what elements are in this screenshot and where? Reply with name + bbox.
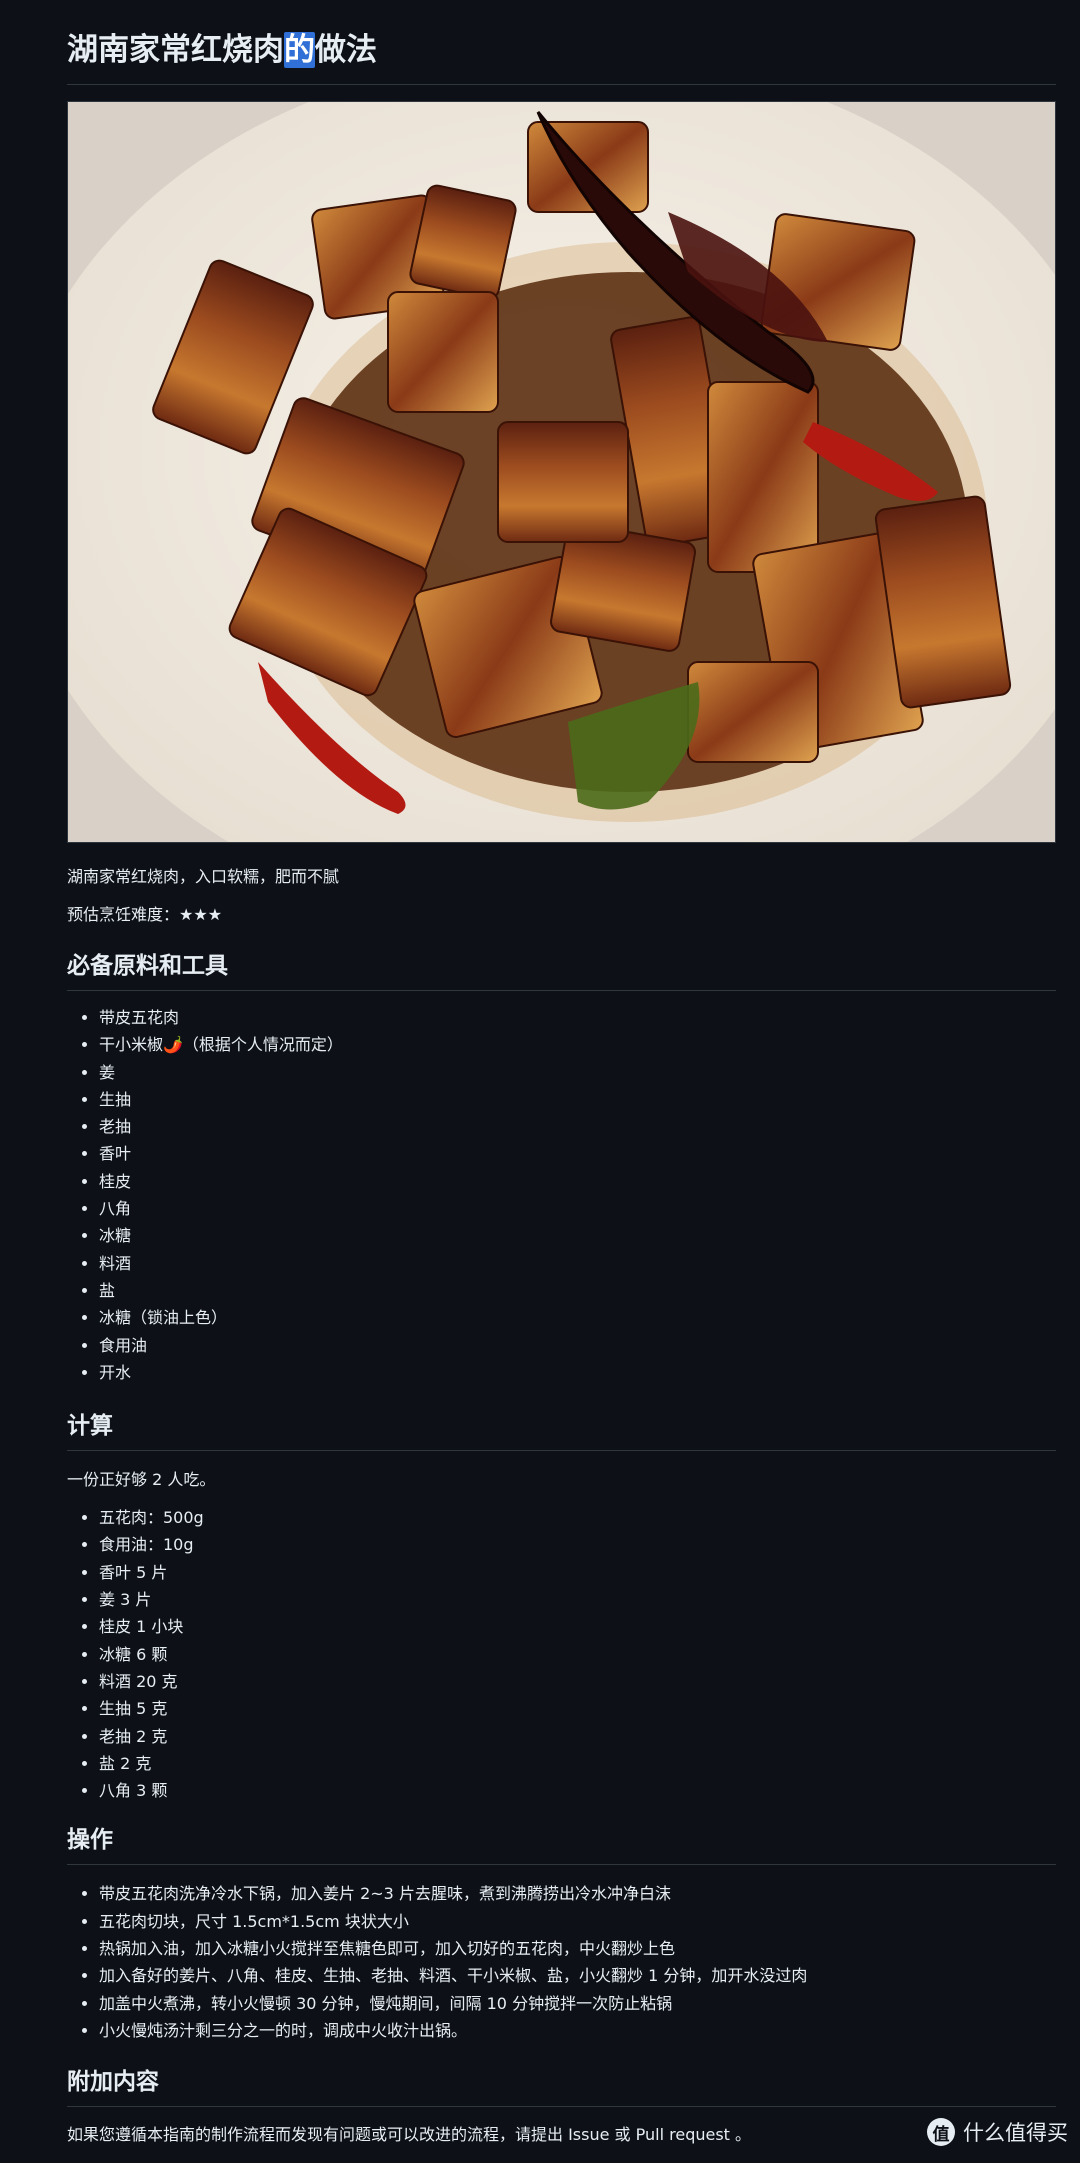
list-item: 带皮五花肉洗净冷水下锅，加入姜片 2~3 片去腥味，煮到沸腾捞出冷水冲净白沫 — [99, 1880, 1056, 1907]
intro-text: 湖南家常红烧肉，入口软糯，肥而不腻 — [67, 867, 340, 886]
list-item: 五花肉：500g — [99, 1504, 1056, 1531]
list-item: 姜 — [99, 1059, 1056, 1086]
calc-heading: 计算 — [67, 1410, 1056, 1452]
ingredients-list: 带皮五花肉 干小米椒🌶️（根据个人情况而定） 姜 生抽 老抽 香叶 桂皮 八角 … — [67, 1004, 1056, 1386]
difficulty-text: 预估烹饪难度：★★★ — [67, 905, 223, 924]
list-item: 香叶 — [99, 1140, 1056, 1167]
list-item: 桂皮 1 小块 — [99, 1613, 1056, 1640]
extra-text: 如果您遵循本指南的制作流程而发现有问题或可以改进的流程，请提出 Issue 或 … — [67, 2125, 752, 2145]
list-item: 生抽 — [99, 1086, 1056, 1113]
list-item: 冰糖（锁油上色） — [99, 1304, 1056, 1331]
text-selection[interactable]: 的 — [284, 32, 315, 68]
steps-heading: 操作 — [67, 1824, 1056, 1866]
list-item: 生抽 5 克 — [99, 1695, 1056, 1722]
list-item: 带皮五花肉 — [99, 1004, 1056, 1031]
watermark-badge-icon: 值 — [927, 2118, 955, 2146]
list-item: 桂皮 — [99, 1168, 1056, 1195]
list-item: 加入备好的姜片、八角、桂皮、生抽、老抽、料酒、干小米椒、盐，小火翻炒 1 分钟，… — [99, 1962, 1056, 1989]
list-item: 料酒 — [99, 1250, 1056, 1277]
extra-heading: 附加内容 — [67, 2066, 1056, 2108]
recipe-article: 湖南家常红烧肉的做法 湖南家常红烧肉，入口软糯，肥而不腻 预估烹饪难度：★★★ … — [67, 0, 1056, 2163]
list-item: 加盖中火煮沸，转小火慢顿 30 分钟，慢炖期间，间隔 10 分钟搅拌一次防止粘锅 — [99, 1990, 1056, 2017]
list-item: 料酒 20 克 — [99, 1668, 1056, 1695]
calc-note: 一份正好够 2 人吃。 — [67, 1470, 216, 1490]
list-item: 盐 — [99, 1277, 1056, 1304]
list-item: 小火慢炖汤汁剩三分之一的时，调成中火收汁出锅。 — [99, 2017, 1056, 2044]
list-item: 香叶 5 片 — [99, 1559, 1056, 1586]
calc-list: 五花肉：500g 食用油：10g 香叶 5 片 姜 3 片 桂皮 1 小块 冰糖… — [67, 1504, 1056, 1804]
page-title: 湖南家常红烧肉的做法 — [67, 0, 1056, 85]
list-item: 盐 2 克 — [99, 1750, 1056, 1777]
list-item: 冰糖 — [99, 1222, 1056, 1249]
list-item: 干小米椒🌶️（根据个人情况而定） — [99, 1031, 1056, 1058]
list-item: 冰糖 6 颗 — [99, 1641, 1056, 1668]
list-item: 食用油 — [99, 1332, 1056, 1359]
list-item: 五花肉切块，尺寸 1.5cm*1.5cm 块状大小 — [99, 1908, 1056, 1935]
watermark-text: 什么值得买 — [963, 2121, 1068, 2145]
dish-photo — [67, 101, 1056, 843]
list-item: 八角 — [99, 1195, 1056, 1222]
list-item: 热锅加入油，加入冰糖小火搅拌至焦糖色即可，加入切好的五花肉，中火翻炒上色 — [99, 1935, 1056, 1962]
list-item: 八角 3 颗 — [99, 1777, 1056, 1804]
watermark: 值 什么值得买 — [927, 2117, 1068, 2147]
list-item: 老抽 2 克 — [99, 1723, 1056, 1750]
steps-list: 带皮五花肉洗净冷水下锅，加入姜片 2~3 片去腥味，煮到沸腾捞出冷水冲净白沫 五… — [67, 1880, 1056, 2044]
list-item: 开水 — [99, 1359, 1056, 1386]
list-item: 老抽 — [99, 1113, 1056, 1140]
list-item: 食用油：10g — [99, 1531, 1056, 1558]
ingredients-heading: 必备原料和工具 — [67, 950, 1056, 991]
list-item: 姜 3 片 — [99, 1586, 1056, 1613]
